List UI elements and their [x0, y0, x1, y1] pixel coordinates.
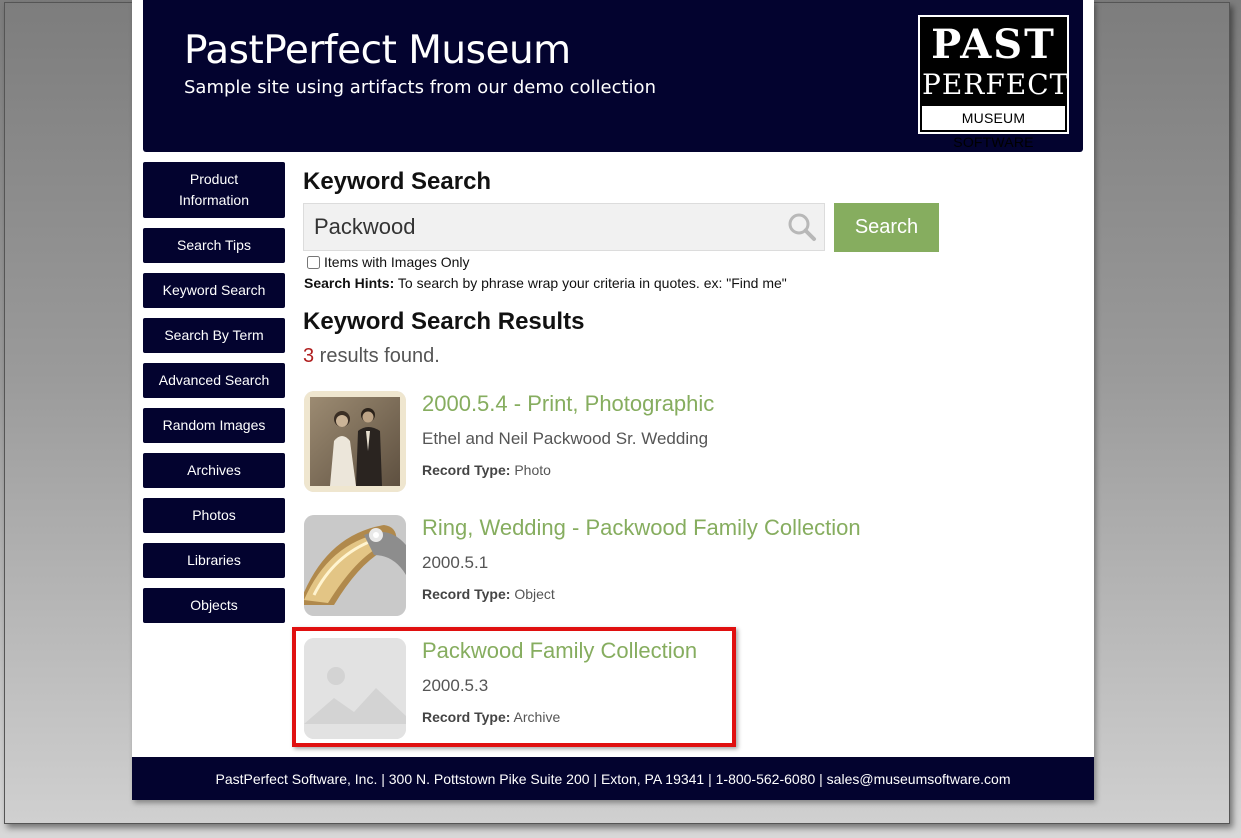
result-subtitle: Ethel and Neil Packwood Sr. Wedding	[422, 429, 709, 448]
pastperfect-logo[interactable]: PAST PERFECT MUSEUM SOFTWARE	[918, 15, 1070, 150]
sidebar-item-keyword-search[interactable]: Keyword Search	[143, 273, 285, 308]
search-icon	[788, 213, 816, 241]
search-button[interactable]: Search	[834, 203, 939, 252]
sidebar-item-random-images[interactable]: Random Images	[143, 408, 285, 443]
images-only-checkbox[interactable]	[307, 255, 320, 269]
result-title-link[interactable]: Ring, Wedding - Packwood Family Collecti…	[422, 515, 861, 541]
search-hints-text: To search by phrase wrap your criteria i…	[394, 275, 787, 291]
result-subtitle: 2000.5.1	[422, 553, 489, 572]
sidebar-item-photos[interactable]: Photos	[143, 498, 285, 533]
logo-line2: PERFECT	[922, 68, 1070, 101]
site-footer: PastPerfect Software, Inc. | 300 N. Pott…	[132, 757, 1094, 800]
sidebar-item-search-by-term[interactable]: Search By Term	[143, 318, 285, 353]
search-hints: Search Hints: To search by phrase wrap y…	[304, 275, 787, 291]
search-hints-label: Search Hints:	[304, 275, 395, 291]
result-record-type: Record Type: Object	[422, 586, 555, 602]
site-subtitle: Sample site using artifacts from our dem…	[184, 77, 656, 98]
highlight-annotation	[292, 627, 736, 747]
results-count-suffix: results found.	[314, 345, 440, 367]
sidebar-item-libraries[interactable]: Libraries	[143, 543, 285, 578]
images-only-label: Items with Images Only	[324, 254, 470, 270]
search-input[interactable]	[303, 203, 825, 251]
result-item: 2000.5.4 - Print, Photographic Ethel and…	[304, 391, 1004, 492]
sidebar-item-objects[interactable]: Objects	[143, 588, 285, 623]
record-type-value: Photo	[510, 462, 551, 478]
site-title: PastPerfect Museum	[184, 28, 571, 73]
site-header: PastPerfect Museum Sample site using art…	[143, 0, 1083, 152]
images-only-option[interactable]: Items with Images Only	[307, 254, 470, 270]
result-thumbnail-wedding-photo[interactable]	[304, 391, 406, 492]
results-count: 3 results found.	[303, 345, 440, 368]
keyword-search-heading: Keyword Search	[303, 168, 492, 195]
sidebar-item-archives[interactable]: Archives	[143, 453, 285, 488]
sidebar-item-product-information[interactable]: Product Information	[143, 162, 285, 218]
logo-line3: MUSEUM SOFTWARE	[922, 106, 1065, 150]
results-heading: Keyword Search Results	[303, 308, 585, 335]
sidebar-item-search-tips[interactable]: Search Tips	[143, 228, 285, 263]
sidebar-nav: Product Information Search Tips Keyword …	[143, 162, 285, 633]
result-title-link[interactable]: 2000.5.4 - Print, Photographic	[422, 391, 714, 417]
logo-line1: PAST	[931, 21, 1056, 68]
result-item: Ring, Wedding - Packwood Family Collecti…	[304, 515, 1004, 616]
record-type-value: Object	[510, 586, 555, 602]
record-type-label: Record Type:	[422, 586, 511, 602]
record-type-label: Record Type:	[422, 462, 511, 478]
sidebar-item-advanced-search[interactable]: Advanced Search	[143, 363, 285, 398]
result-thumbnail-wedding-ring[interactable]	[304, 515, 406, 616]
result-record-type: Record Type: Photo	[422, 462, 551, 478]
results-count-number: 3	[303, 345, 315, 367]
